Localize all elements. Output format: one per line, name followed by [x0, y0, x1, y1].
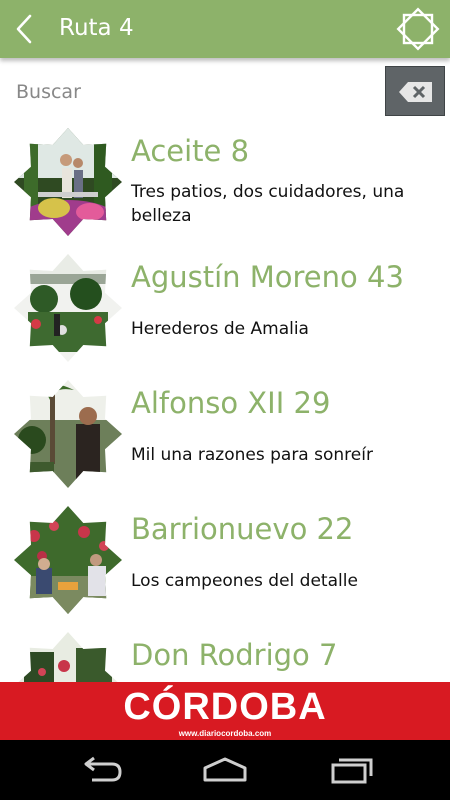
patio-title: Agustín Moreno 43	[131, 260, 404, 294]
home-icon	[203, 757, 247, 782]
chevron-left-icon	[16, 14, 32, 44]
patio-subtitle: Tres patios, dos cuidadores, una belleza	[131, 182, 405, 226]
list-item[interactable]: Agustín Moreno 43 Herederos de Amalia	[0, 244, 450, 370]
nav-home-button[interactable]	[201, 756, 249, 784]
list-item[interactable]: Aceite 8 Tres patios, dos cuidadores, un…	[0, 118, 450, 244]
search-bar	[0, 66, 450, 118]
patio-title: Aceite 8	[131, 134, 250, 168]
system-nav-bar	[0, 740, 450, 800]
patio-title: Don Rodrigo 7	[131, 638, 338, 672]
app-bar: Ruta 4	[0, 0, 450, 58]
patio-title: Alfonso XII 29	[131, 386, 331, 420]
patio-title: Barrionuevo 22	[131, 512, 354, 546]
patio-photo	[14, 632, 122, 682]
patio-photo	[14, 128, 122, 236]
banner-url: www.diariocordoba.com	[178, 729, 272, 738]
banner-brand: CÓRDOBA	[123, 686, 327, 728]
list-item[interactable]: Barrionuevo 22 Los campeones del detalle	[0, 496, 450, 622]
star-octagon-logo-icon	[396, 7, 440, 51]
patio-photo	[14, 254, 122, 362]
patio-list: Aceite 8 Tres patios, dos cuidadores, un…	[0, 118, 450, 682]
app-logo-button[interactable]	[394, 5, 442, 53]
patio-photo	[14, 380, 122, 488]
backspace-clear-icon	[399, 82, 432, 102]
patio-subtitle: Mil una razones para sonreír	[131, 445, 373, 465]
nav-back-button[interactable]	[76, 756, 124, 784]
patio-photo	[14, 506, 122, 614]
search-input[interactable]	[0, 66, 380, 118]
nav-recents-button[interactable]	[327, 756, 375, 784]
recent-apps-icon	[331, 758, 373, 784]
list-item[interactable]: Alfonso XII 29 Mil una razones para sonr…	[0, 370, 450, 496]
back-arrow-icon	[84, 756, 122, 782]
back-button[interactable]	[6, 9, 46, 49]
ad-banner[interactable]: CÓRDOBA www.diariocordoba.com	[0, 682, 450, 740]
list-item[interactable]: Don Rodrigo 7	[0, 622, 450, 682]
page-title: Ruta 4	[59, 15, 134, 41]
clear-search-button[interactable]	[385, 66, 445, 116]
patio-subtitle: Herederos de Amalia	[131, 319, 309, 339]
patio-subtitle: Los campeones del detalle	[131, 571, 358, 591]
